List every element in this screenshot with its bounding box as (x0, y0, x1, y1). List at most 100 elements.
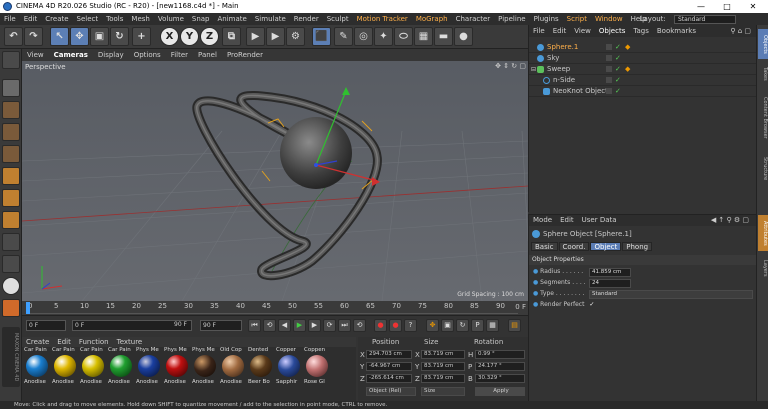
parameter-key-icon[interactable]: P (471, 319, 484, 332)
side-tab-layers[interactable]: Layers (758, 255, 768, 281)
menu-plugins[interactable]: Plugins (530, 13, 563, 25)
obj-menu-view[interactable]: View (570, 25, 595, 37)
object-row-sphere[interactable]: Sphere.1 ✓ ◆ (529, 42, 757, 53)
menu-create[interactable]: Create (41, 13, 72, 25)
coordinate-system-icon[interactable]: ⧉ (222, 27, 241, 46)
side-tab-attributes[interactable]: Attributes (758, 215, 768, 251)
tab-object[interactable]: Object (590, 242, 622, 251)
cube-icon[interactable]: ⬛ (312, 27, 331, 46)
tab-phong[interactable]: Phong (622, 242, 653, 251)
vp-menu-filter[interactable]: Filter (166, 49, 193, 61)
material-swatch[interactable]: Phys Me Anodise (192, 347, 218, 391)
scale-key-icon[interactable]: ▣ (441, 319, 454, 332)
obj-menu-file[interactable]: File (529, 25, 549, 37)
next-key-icon[interactable]: ⟳ (323, 319, 336, 332)
rotation-b-field[interactable]: 30.329 ° (475, 374, 525, 383)
keyframe-selection-icon[interactable]: ? (404, 319, 417, 332)
play-icon[interactable]: ▶ (293, 319, 306, 332)
phong-tag-icon[interactable]: ◆ (625, 42, 630, 53)
menu-select[interactable]: Select (73, 13, 103, 25)
tweak-mode-icon[interactable] (2, 233, 20, 251)
mat-menu-function[interactable]: Function (75, 337, 113, 347)
layout-dropdown[interactable]: Standard (674, 14, 736, 24)
axis-mode-icon[interactable] (2, 211, 20, 229)
object-row-sky[interactable]: Sky ✓ (529, 53, 757, 64)
menu-simulate[interactable]: Simulate (251, 13, 290, 25)
floor-icon[interactable]: ▦ (414, 27, 433, 46)
vp-menu-prorender[interactable]: ProRender (222, 49, 268, 61)
menu-volume[interactable]: Volume (154, 13, 188, 25)
material-swatch[interactable]: Phys Me Anodise (136, 347, 162, 391)
menu-animate[interactable]: Animate (214, 13, 251, 25)
live-selection-icon[interactable]: ↖ (50, 27, 69, 46)
material-swatch[interactable]: Car Pain Anodise (108, 347, 134, 391)
end-frame-field[interactable]: 90 F (200, 320, 242, 331)
menu-mesh[interactable]: Mesh (127, 13, 153, 25)
cloner-icon[interactable]: ✦ (374, 27, 393, 46)
menu-motion-tracker[interactable]: Motion Tracker (353, 13, 412, 25)
side-tab-content-browser[interactable]: Content Browser (758, 89, 768, 147)
deformer-icon[interactable]: ⬭ (394, 27, 413, 46)
position-x-field[interactable]: 294.703 cm (366, 350, 412, 359)
make-editable-icon[interactable] (2, 51, 20, 69)
radius-field[interactable]: 41.859 cm (589, 268, 631, 277)
y-axis-button[interactable]: Y (180, 27, 199, 46)
visibility-dot[interactable] (606, 88, 612, 94)
size-x-field[interactable]: 83.719 cm (421, 350, 465, 359)
enabled-check-icon[interactable]: ✓ (615, 64, 621, 75)
sphere-object[interactable] (280, 117, 352, 189)
menu-character[interactable]: Character (452, 13, 495, 25)
step-forward-icon[interactable]: ▶ (308, 319, 321, 332)
obj-menu-edit[interactable]: Edit (549, 25, 571, 37)
enabled-check-icon[interactable]: ✓ (615, 53, 621, 64)
menu-render[interactable]: Render (290, 13, 323, 25)
menu-snap[interactable]: Snap (188, 13, 214, 25)
add-tool-icon[interactable]: + (132, 27, 151, 46)
rotation-p-field[interactable]: 24.177 ° (475, 362, 525, 371)
material-swatch[interactable]: Copper Sapphir (276, 347, 302, 391)
go-to-start-icon[interactable]: ⏮ (248, 319, 261, 332)
object-row-sweep[interactable]: ⊟ Sweep ✓ ◆ (529, 64, 757, 75)
light-icon[interactable]: ● (454, 27, 473, 46)
attr-menu-mode[interactable]: Mode (529, 215, 556, 226)
attr-menu-user-data[interactable]: User Data (578, 215, 621, 226)
type-dropdown[interactable]: Standard (589, 290, 753, 299)
camera-icon[interactable]: ▬ (434, 27, 453, 46)
enabled-check-icon[interactable]: ✓ (615, 42, 621, 53)
menu-edit[interactable]: Edit (20, 13, 42, 25)
x-axis-button[interactable]: X (160, 27, 179, 46)
tab-basic[interactable]: Basic (531, 242, 558, 251)
edges-mode-icon[interactable] (2, 167, 20, 185)
record-icon[interactable]: ● (374, 319, 387, 332)
material-swatch[interactable]: Car Pain Anodise (24, 347, 50, 391)
visibility-dot[interactable] (606, 44, 612, 50)
rotation-h-field[interactable]: 0.99 ° (475, 350, 525, 359)
phong-tag-icon[interactable]: ◆ (625, 64, 630, 75)
perspective-viewport[interactable]: Perspective Grid Spacing : 100 cm ✥ ⇕ ↻ … (22, 61, 528, 301)
size-y-field[interactable]: 83.719 cm (421, 362, 465, 371)
undo-icon[interactable]: ↶ (4, 27, 23, 46)
visibility-dot[interactable] (606, 55, 612, 61)
viewport-nav-icon[interactable]: ✥ ⇕ ↻ ▢ (495, 62, 526, 70)
texture-mode-icon[interactable] (2, 101, 20, 119)
playhead[interactable] (26, 302, 30, 314)
material-swatch[interactable]: Coppen Rose Gl (304, 347, 330, 391)
solo-icon[interactable] (2, 277, 20, 295)
maximize-button[interactable]: □ (714, 0, 740, 13)
menu-tools[interactable]: Tools (102, 13, 127, 25)
material-swatch[interactable]: Old Cop Anodise (220, 347, 246, 391)
material-swatch[interactable]: Dented Beer Bo (248, 347, 274, 391)
vp-menu-options[interactable]: Options (129, 49, 166, 61)
pla-key-icon[interactable]: ▦ (486, 319, 499, 332)
menu-sculpt[interactable]: Sculpt (323, 13, 353, 25)
loop-icon[interactable]: ⟲ (353, 319, 366, 332)
mat-menu-texture[interactable]: Texture (113, 337, 147, 347)
side-tab-takes[interactable]: Takes (758, 63, 768, 85)
position-key-icon[interactable]: ✥ (426, 319, 439, 332)
material-swatch[interactable]: Car Pain Anodise (80, 347, 106, 391)
obj-menu-bookmarks[interactable]: Bookmarks (653, 25, 700, 37)
step-back-icon[interactable]: ◀ (278, 319, 291, 332)
enabled-check-icon[interactable]: ✓ (615, 86, 621, 97)
go-to-end-icon[interactable]: ⏭ (338, 319, 351, 332)
minimize-button[interactable]: — (688, 0, 714, 13)
